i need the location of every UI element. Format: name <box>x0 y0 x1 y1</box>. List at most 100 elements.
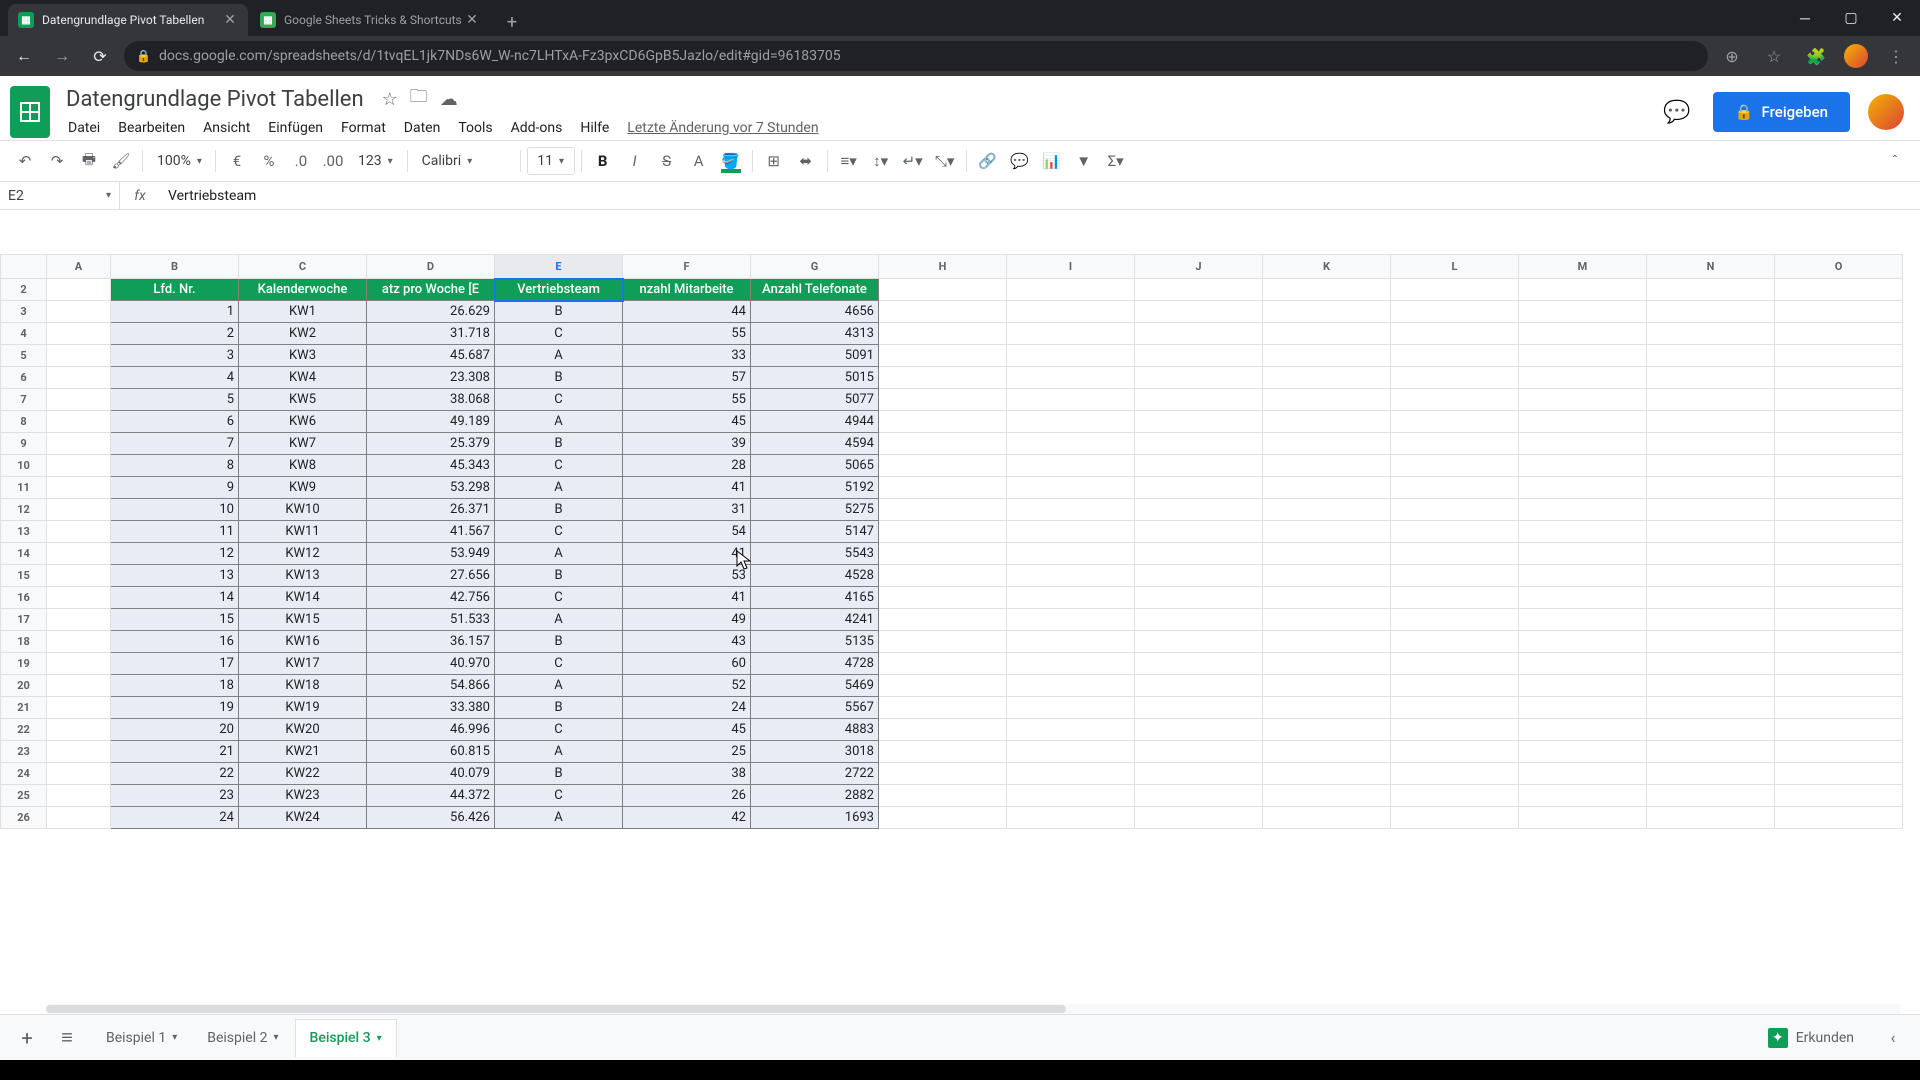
cell-M4[interactable] <box>1519 323 1647 345</box>
cell-I13[interactable] <box>1007 521 1135 543</box>
cell-G3[interactable]: 4656 <box>751 301 879 323</box>
cell-D15[interactable]: 27.656 <box>367 565 495 587</box>
cell-G23[interactable]: 3018 <box>751 741 879 763</box>
cell-B21[interactable]: 19 <box>111 697 239 719</box>
column-header-K[interactable]: K <box>1263 255 1391 279</box>
cell-K15[interactable] <box>1263 565 1391 587</box>
formula-bar[interactable]: Vertriebsteam <box>160 182 1920 209</box>
cell-D19[interactable]: 40.970 <box>367 653 495 675</box>
cell-G15[interactable]: 4528 <box>751 565 879 587</box>
cell-A7[interactable] <box>47 389 111 411</box>
cell-E21[interactable]: B <box>495 697 623 719</box>
cell-A3[interactable] <box>47 301 111 323</box>
cell-A16[interactable] <box>47 587 111 609</box>
cell-B11[interactable]: 9 <box>111 477 239 499</box>
cell-J13[interactable] <box>1135 521 1263 543</box>
horizontal-align-button[interactable]: ≡▾ <box>834 147 864 175</box>
cell-G8[interactable]: 4944 <box>751 411 879 433</box>
undo-button[interactable]: ↶ <box>10 147 40 175</box>
cell-I22[interactable] <box>1007 719 1135 741</box>
close-window-button[interactable]: ✕ <box>1874 0 1920 36</box>
cell-F12[interactable]: 31 <box>623 499 751 521</box>
cell-C16[interactable]: KW14 <box>239 587 367 609</box>
cell-D9[interactable]: 25.379 <box>367 433 495 455</box>
cell-E12[interactable]: B <box>495 499 623 521</box>
cell-O12[interactable] <box>1775 499 1903 521</box>
cell-L25[interactable] <box>1391 785 1519 807</box>
cell-J17[interactable] <box>1135 609 1263 631</box>
increase-decimal-button[interactable]: .00 <box>318 147 348 175</box>
cell-H10[interactable] <box>879 455 1007 477</box>
cell-F9[interactable]: 39 <box>623 433 751 455</box>
column-header-M[interactable]: M <box>1519 255 1647 279</box>
cell-C10[interactable]: KW8 <box>239 455 367 477</box>
cell-A26[interactable] <box>47 807 111 829</box>
cell-D20[interactable]: 54.866 <box>367 675 495 697</box>
cell-L6[interactable] <box>1391 367 1519 389</box>
cell-N13[interactable] <box>1647 521 1775 543</box>
cell-E8[interactable]: A <box>495 411 623 433</box>
strikethrough-button[interactable]: S <box>652 147 682 175</box>
cell-G7[interactable]: 5077 <box>751 389 879 411</box>
cell-I10[interactable] <box>1007 455 1135 477</box>
row-header-11[interactable]: 11 <box>1 477 47 499</box>
cell-F13[interactable]: 54 <box>623 521 751 543</box>
cell-E16[interactable]: C <box>495 587 623 609</box>
cell-H20[interactable] <box>879 675 1007 697</box>
cell-E5[interactable]: A <box>495 345 623 367</box>
cell-I6[interactable] <box>1007 367 1135 389</box>
decrease-decimal-button[interactable]: .0 <box>286 147 316 175</box>
cell-D8[interactable]: 49.189 <box>367 411 495 433</box>
print-button[interactable]: 🖶 <box>74 147 104 175</box>
cell-I4[interactable] <box>1007 323 1135 345</box>
row-header-17[interactable]: 17 <box>1 609 47 631</box>
cell-O22[interactable] <box>1775 719 1903 741</box>
cell-O7[interactable] <box>1775 389 1903 411</box>
cell-I20[interactable] <box>1007 675 1135 697</box>
cell-M19[interactable] <box>1519 653 1647 675</box>
cell-K5[interactable] <box>1263 345 1391 367</box>
explore-button[interactable]: ✦ Erkunden <box>1754 1021 1868 1055</box>
cell-N18[interactable] <box>1647 631 1775 653</box>
cell-N4[interactable] <box>1647 323 1775 345</box>
column-header-E[interactable]: E <box>495 255 623 279</box>
cell-L19[interactable] <box>1391 653 1519 675</box>
cell-L2[interactable] <box>1391 279 1519 301</box>
cell-B17[interactable]: 15 <box>111 609 239 631</box>
cell-N12[interactable] <box>1647 499 1775 521</box>
cell-F3[interactable]: 44 <box>623 301 751 323</box>
row-header-26[interactable]: 26 <box>1 807 47 829</box>
cell-H8[interactable] <box>879 411 1007 433</box>
extensions-icon[interactable]: 🧩 <box>1802 42 1830 70</box>
cell-G21[interactable]: 5567 <box>751 697 879 719</box>
cell-K23[interactable] <box>1263 741 1391 763</box>
cell-F14[interactable]: 41 <box>623 543 751 565</box>
cell-I21[interactable] <box>1007 697 1135 719</box>
collapse-toolbar-button[interactable]: ˆ <box>1880 147 1910 175</box>
cell-D17[interactable]: 51.533 <box>367 609 495 631</box>
cell-O6[interactable] <box>1775 367 1903 389</box>
cell-D22[interactable]: 46.996 <box>367 719 495 741</box>
cell-M10[interactable] <box>1519 455 1647 477</box>
cell-H13[interactable] <box>879 521 1007 543</box>
menu-bearbeiten[interactable]: Bearbeiten <box>110 116 193 140</box>
cell-A20[interactable] <box>47 675 111 697</box>
cell-O14[interactable] <box>1775 543 1903 565</box>
cell-M3[interactable] <box>1519 301 1647 323</box>
row-header-14[interactable]: 14 <box>1 543 47 565</box>
row-header-18[interactable]: 18 <box>1 631 47 653</box>
cell-L4[interactable] <box>1391 323 1519 345</box>
cell-K4[interactable] <box>1263 323 1391 345</box>
cell-N21[interactable] <box>1647 697 1775 719</box>
cell-I19[interactable] <box>1007 653 1135 675</box>
menu-ansicht[interactable]: Ansicht <box>195 116 258 140</box>
column-header-G[interactable]: G <box>751 255 879 279</box>
cell-N10[interactable] <box>1647 455 1775 477</box>
close-icon[interactable]: ✕ <box>222 12 238 28</box>
cell-J18[interactable] <box>1135 631 1263 653</box>
cell-D10[interactable]: 45.343 <box>367 455 495 477</box>
cell-N14[interactable] <box>1647 543 1775 565</box>
cell-L17[interactable] <box>1391 609 1519 631</box>
cell-D18[interactable]: 36.157 <box>367 631 495 653</box>
cell-D4[interactable]: 31.718 <box>367 323 495 345</box>
